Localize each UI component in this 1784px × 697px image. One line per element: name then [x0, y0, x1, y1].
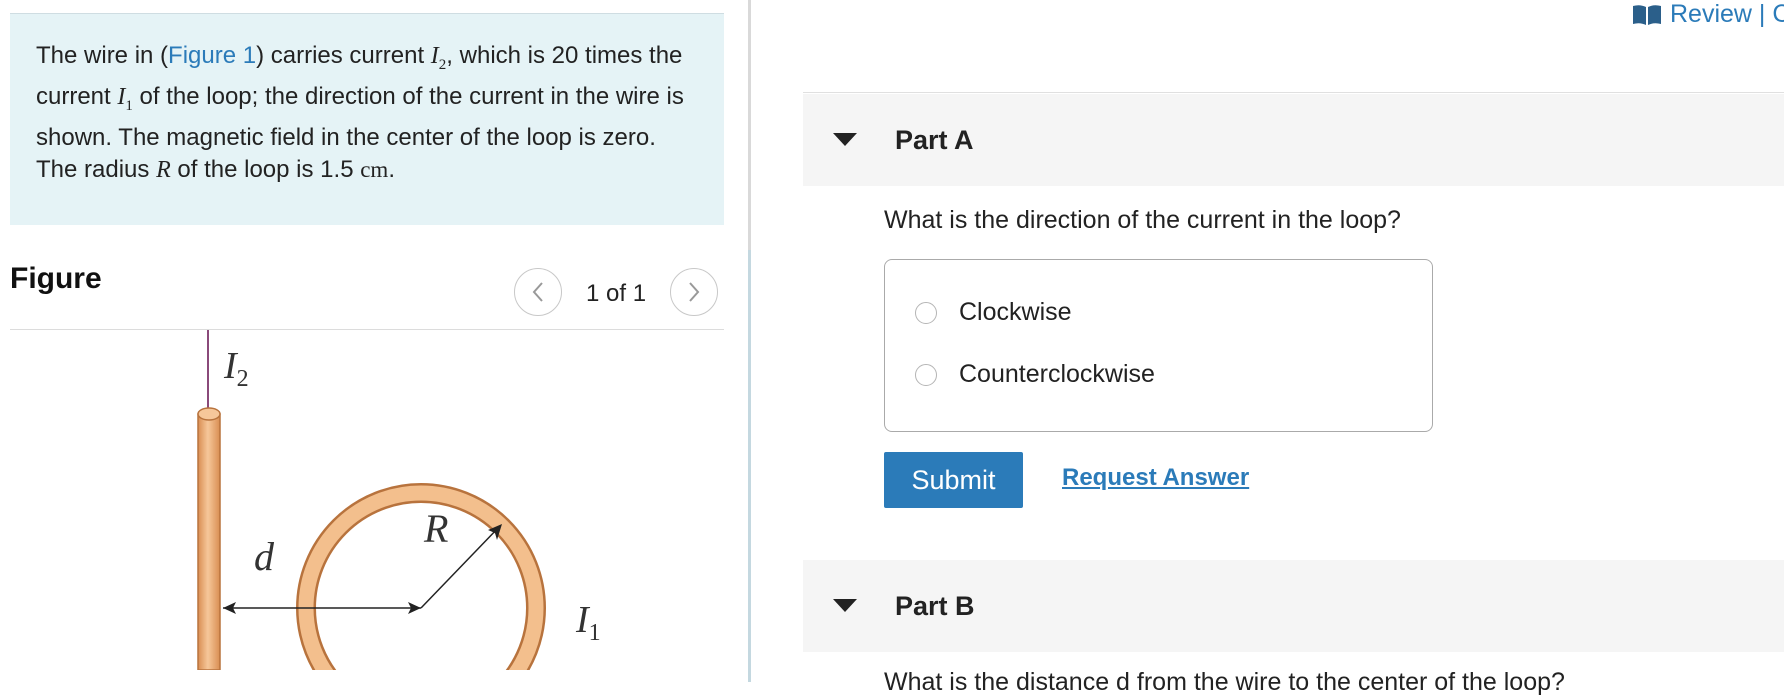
- figure-link[interactable]: Figure 1: [168, 42, 256, 69]
- choice-counterclockwise[interactable]: Counterclockwise: [915, 360, 1155, 389]
- review-label: Review | C: [1670, 0, 1784, 28]
- radius-value: 1.5: [320, 155, 354, 183]
- review-link[interactable]: Review | C: [1632, 0, 1784, 29]
- choice-label: Counterclockwise: [959, 360, 1155, 388]
- part-b-question: What is the distance d from the wire to …: [884, 668, 1565, 696]
- figure-page-indicator: 1 of 1: [586, 280, 647, 307]
- label-i1: I1: [575, 599, 601, 646]
- submit-button[interactable]: Submit: [884, 452, 1023, 508]
- next-figure-button[interactable]: [670, 268, 718, 316]
- part-b-title: Part B: [895, 590, 975, 621]
- var-r: R: [156, 156, 171, 183]
- straight-wire: [197, 413, 221, 670]
- radius-unit: cm: [360, 156, 389, 182]
- problem-statement: The wire in (Figure 1) carries current I…: [10, 13, 724, 225]
- caret-down-icon: [833, 599, 857, 612]
- current-loop-highlight: [298, 485, 544, 670]
- request-answer-link[interactable]: Request Answer: [1062, 464, 1249, 492]
- var-i2: I2: [430, 43, 447, 73]
- caret-down-icon: [833, 133, 857, 146]
- chevron-left-icon: [532, 282, 543, 302]
- part-b-header[interactable]: Part B: [803, 560, 1784, 652]
- figure-heading: Figure: [10, 262, 102, 295]
- choice-clockwise[interactable]: Clockwise: [915, 298, 1072, 327]
- radio-clockwise[interactable]: [915, 301, 937, 324]
- label-i2: I2: [223, 345, 249, 392]
- problem-text-5: of the loop is: [170, 155, 321, 183]
- problem-text-2: ) carries current: [256, 42, 431, 69]
- var-i1: I1: [117, 83, 133, 114]
- wire-top-end: [197, 407, 221, 421]
- label-r: R: [423, 506, 448, 551]
- left-pane: The wire in (Figure 1) carries current I…: [0, 0, 748, 682]
- answer-choices: Clockwise Counterclockwise: [884, 259, 1433, 432]
- choice-label: Clockwise: [959, 298, 1072, 326]
- part-a-header[interactable]: Part A: [803, 94, 1784, 186]
- prev-figure-button[interactable]: [514, 268, 562, 316]
- chevron-right-icon: [689, 282, 700, 302]
- problem-text-1: The wire in (: [36, 42, 169, 69]
- book-icon: [1633, 4, 1661, 25]
- right-pane-divider: [803, 92, 1784, 93]
- figure-diagram: I2 d R I1: [197, 330, 601, 670]
- radio-counterclockwise[interactable]: [915, 363, 937, 386]
- pane-divider-handle[interactable]: [748, 250, 751, 682]
- part-a-title: Part A: [895, 124, 974, 155]
- label-d: d: [254, 534, 275, 579]
- problem-end: .: [388, 155, 395, 183]
- part-a-question: What is the direction of the current in …: [884, 206, 1401, 234]
